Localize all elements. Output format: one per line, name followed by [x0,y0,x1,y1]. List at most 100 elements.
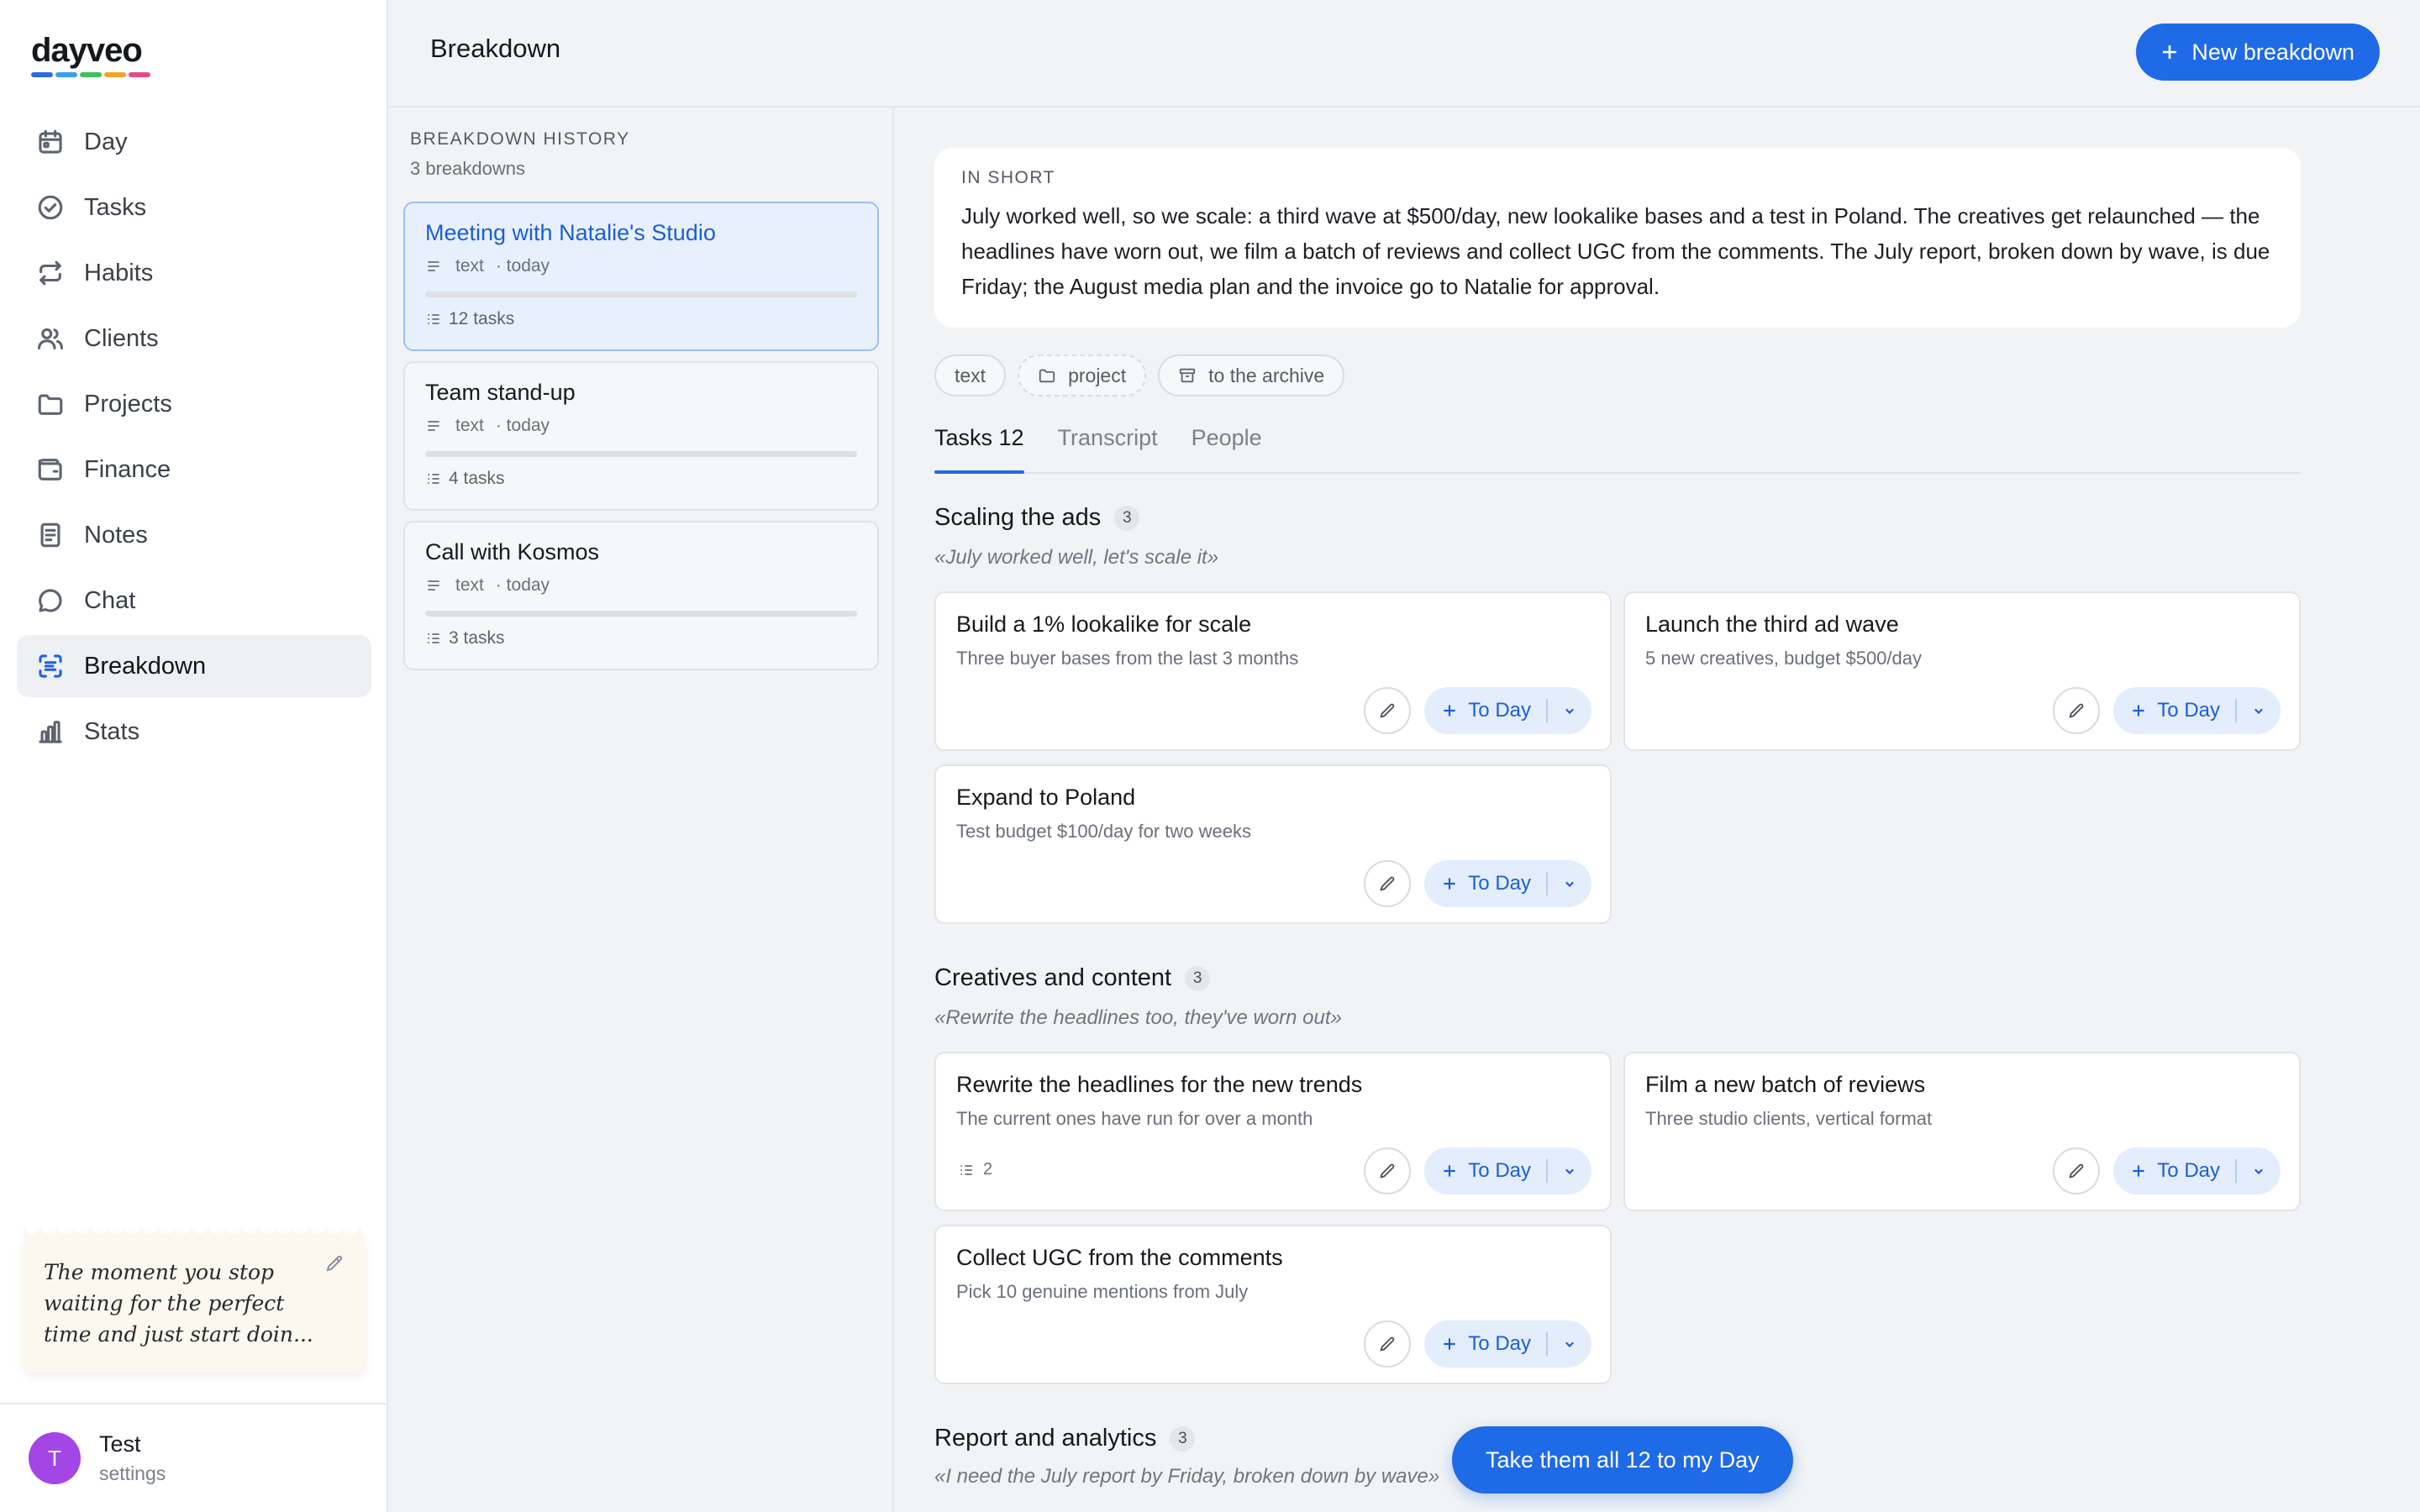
to-day-dropdown[interactable] [1548,1320,1591,1368]
chip-row: text project to the archive [934,354,1345,396]
plus-icon [2133,1165,2144,1177]
user-settings-link[interactable]: settings [99,1462,166,1485]
take-all-to-day-button[interactable]: Take them all 12 to my Day [1452,1426,1793,1494]
task-card[interactable]: Collect UGC from the comments Pick 10 ge… [934,1225,1612,1384]
task-card[interactable]: Build a 1% lookalike for scale Three buy… [934,591,1612,751]
chat-icon [35,585,66,616]
type-chip[interactable]: text [934,354,1007,396]
sidebar-item-label: Stats [84,717,140,745]
logo-color-bars [31,72,150,77]
to-day-split-button: To Day [1424,1147,1591,1194]
subtask-count: 2 [958,1160,992,1179]
app-logo[interactable]: dayveo [31,32,150,77]
sidebar-item-label: Habits [84,259,154,286]
tab-people[interactable]: People [1192,420,1262,472]
history-item-tasks: 3 tasks [449,628,505,648]
plus-icon [1444,878,1455,890]
avatar: T [29,1432,81,1484]
history-item[interactable]: Meeting with Natalie's Studio text · tod… [403,202,879,351]
archive-icon [1179,368,1196,383]
task-title: Rewrite the headlines for the new trends [956,1072,1363,1097]
sidebar-item-tasks[interactable]: Tasks [17,176,371,239]
to-day-label: To Day [2157,699,2220,722]
task-description: Test budget $100/day for two weeks [956,821,1251,842]
archive-chip[interactable]: to the archive [1158,354,1345,396]
sidebar-item-label: Breakdown [84,652,207,680]
group-title: Report and analytics [934,1425,1157,1452]
sidebar-item-label: Finance [84,455,171,483]
edit-task-button[interactable] [1364,860,1412,907]
sidebar-item-habits[interactable]: Habits [17,242,371,304]
history-item-date: · today [495,256,550,276]
to-day-button[interactable]: To Day [1424,1320,1546,1368]
app-logo-text: dayveo [31,32,143,69]
summary-title: IN SHORT [961,168,1055,187]
to-day-button[interactable]: To Day [1424,687,1546,734]
sidebar-item-chat[interactable]: Chat [17,570,371,632]
progress-bar [425,291,857,297]
group-header: Scaling the ads 3 [934,504,1140,532]
quote-card[interactable]: The moment you stop waiting for the perf… [24,1228,365,1373]
task-card[interactable]: Rewrite the headlines for the new trends… [934,1052,1612,1211]
sidebar-item-breakdown[interactable]: Breakdown [17,635,371,697]
history-item-tasks: 12 tasks [449,309,515,328]
to-day-dropdown[interactable] [1548,860,1591,907]
edit-task-button[interactable] [1364,687,1412,734]
plus-icon [1444,705,1455,717]
project-chip[interactable]: project [1018,354,1147,396]
group-quote: «I need the July report by Friday, broke… [934,1465,1440,1488]
plus-icon [1444,1338,1455,1350]
to-day-dropdown[interactable] [2237,1147,2281,1194]
to-day-dropdown[interactable] [1548,687,1591,734]
tab-transcript[interactable]: Transcript [1058,420,1158,472]
project-chip-label: project [1068,364,1127,386]
sidebar-item-clients[interactable]: Clients [17,307,371,370]
history-item[interactable]: Call with Kosmos text · today 3 tasks [403,521,879,670]
new-breakdown-button[interactable]: New breakdown [2136,24,2380,81]
summary-text: July worked well, so we scale: a third w… [961,203,2270,299]
task-description: Three studio clients, vertical format [1645,1108,1933,1129]
to-day-dropdown[interactable] [1548,1147,1591,1194]
edit-task-button[interactable] [1364,1147,1412,1194]
history-item[interactable]: Team stand-up text · today 4 tasks [403,361,879,511]
user-name: Test [99,1431,141,1457]
to-day-button[interactable]: To Day [2113,687,2235,734]
user-profile[interactable]: T Test settings [0,1403,387,1512]
task-title: Collect UGC from the comments [956,1245,1283,1270]
task-description: The current ones have run for over a mon… [956,1108,1313,1129]
text-lines-icon [428,421,439,431]
plus-icon [2133,705,2144,717]
pencil-icon [1380,1336,1395,1352]
calendar-icon [35,127,66,157]
sidebar-item-projects[interactable]: Projects [17,373,371,435]
task-card[interactable]: Film a new batch of reviews Three studio… [1623,1052,2301,1211]
sidebar-item-stats[interactable]: Stats [17,701,371,763]
sidebar-item-day[interactable]: Day [17,111,371,173]
history-item-type: text [455,256,484,276]
task-card[interactable]: Launch the third ad wave 5 new creatives… [1623,591,2301,751]
task-card[interactable]: Expand to Poland Test budget $100/day fo… [934,764,1612,924]
edit-task-button[interactable] [1364,1320,1412,1368]
to-day-button[interactable]: To Day [2113,1147,2235,1194]
to-day-button[interactable]: To Day [1424,1147,1546,1194]
breakdown-history: BREAKDOWN HISTORY 3 breakdowns Meeting w… [388,108,894,1512]
task-title: Expand to Poland [956,785,1136,810]
tab-tasks[interactable]: Tasks 12 [934,420,1024,474]
to-day-label: To Day [1468,872,1531,895]
sidebar-item-notes[interactable]: Notes [17,504,371,566]
chevron-down-icon [2254,1168,2263,1175]
pencil-icon [1380,876,1395,891]
pencil-icon[interactable] [324,1253,348,1277]
sidebar-item-finance[interactable]: Finance [17,438,371,501]
edit-task-button[interactable] [2053,1147,2101,1194]
checklist-icon [428,633,439,643]
task-description: Pick 10 genuine mentions from July [956,1281,1249,1302]
pencil-icon [1380,703,1395,718]
to-day-label: To Day [1468,1332,1531,1355]
to-day-split-button: To Day [2113,687,2281,734]
to-day-button[interactable]: To Day [1424,860,1546,907]
group-count-badge: 3 [1170,1425,1196,1452]
edit-task-button[interactable] [2053,687,2101,734]
history-item-date: · today [495,416,550,435]
to-day-dropdown[interactable] [2237,687,2281,734]
